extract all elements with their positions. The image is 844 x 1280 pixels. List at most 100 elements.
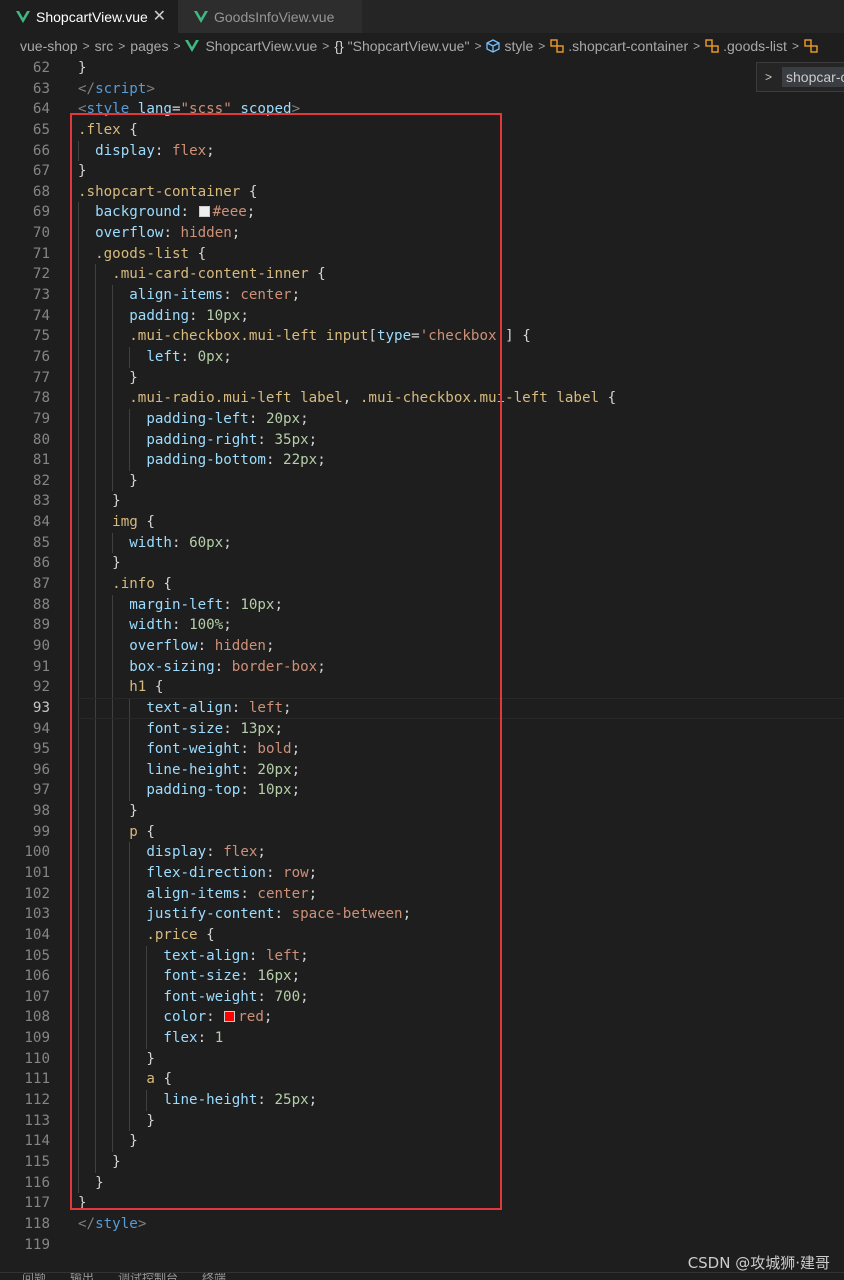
code-token: { bbox=[206, 926, 215, 943]
code-editor[interactable]: 62} 63 </script> 64 <style lang="scss" scope… bbox=[0, 58, 844, 1254]
code-line[interactable]: 113 } bbox=[0, 1110, 844, 1132]
code-line[interactable]: 85 width: 60px; bbox=[0, 532, 844, 554]
tab-shopcartview[interactable]: ShopcartView.vue ✕ bbox=[0, 0, 178, 33]
breadcrumb-item-file[interactable]: ShopcartView.vue bbox=[185, 38, 317, 54]
breadcrumb-item-more[interactable] bbox=[804, 38, 822, 53]
code-line[interactable]: 118 </style> bbox=[0, 1214, 844, 1235]
code-line[interactable]: 98 } bbox=[0, 801, 844, 822]
code-line[interactable]: 111 a { bbox=[0, 1069, 844, 1091]
code-line[interactable]: 95 font-weight: bold; bbox=[0, 739, 844, 760]
tab-label: GoodsInfoView.vue bbox=[214, 8, 335, 25]
code-token: .mui-card-content-inner bbox=[112, 266, 318, 283]
code-line[interactable]: 70 overflow: hidden; bbox=[0, 223, 844, 244]
code-token: 16px bbox=[257, 968, 292, 985]
code-line[interactable]: 62} bbox=[0, 58, 844, 79]
code-line[interactable]: 82 } bbox=[0, 470, 844, 492]
close-icon[interactable]: ✕ bbox=[153, 8, 166, 25]
code-line[interactable]: 114 } bbox=[0, 1131, 844, 1152]
code-line[interactable]: 90 overflow: hidden; bbox=[0, 635, 844, 657]
code-line[interactable]: 79 padding-left: 20px; bbox=[0, 408, 844, 430]
code-line[interactable]: 101 flex-direction: row; bbox=[0, 862, 844, 884]
code-line[interactable]: 93 text-align: left; bbox=[0, 697, 844, 719]
code-line[interactable]: 94 font-size: 13px; bbox=[0, 718, 844, 740]
code-line[interactable]: 103 justify-content: space-between; bbox=[0, 904, 844, 925]
breadcrumb-item-component[interactable]: {} "ShopcartView.vue" bbox=[334, 38, 469, 54]
code-token: = bbox=[411, 328, 420, 345]
code-line[interactable]: 76 left: 0px; bbox=[0, 346, 844, 368]
code-line[interactable]: 92 h1 { bbox=[0, 677, 844, 698]
code-token: lang bbox=[137, 101, 172, 118]
code-token: </ bbox=[78, 80, 96, 97]
code-line[interactable]: 87 .info { bbox=[0, 574, 844, 595]
code-line[interactable]: 69 background: #eee; bbox=[0, 202, 844, 224]
panel-tab-problems[interactable]: 问题 bbox=[22, 1273, 46, 1280]
code-line[interactable]: 72 .mui-card-content-inner { bbox=[0, 264, 844, 286]
code-line[interactable]: 80 padding-right: 35px; bbox=[0, 429, 844, 451]
code-line[interactable]: 75 .mui-checkbox.mui-left input[type='ch… bbox=[0, 326, 844, 347]
code-line[interactable]: 67} bbox=[0, 161, 844, 182]
code-line[interactable]: 112 line-height: 25px; bbox=[0, 1090, 844, 1111]
code-line[interactable]: 81 padding-bottom: 22px; bbox=[0, 450, 844, 471]
code-token: : bbox=[206, 844, 224, 861]
code-line[interactable]: 65 .flex { bbox=[0, 120, 844, 141]
code-line[interactable]: 109 flex: 1 bbox=[0, 1028, 844, 1049]
color-swatch-icon[interactable] bbox=[198, 206, 210, 218]
code-line[interactable]: 108 color: red; bbox=[0, 1007, 844, 1029]
code-token: , bbox=[342, 390, 360, 407]
code-line[interactable]: 74 padding: 10px; bbox=[0, 305, 844, 327]
code-token: 10px bbox=[257, 782, 292, 799]
code-line[interactable]: 68 .shopcart-container { bbox=[0, 182, 844, 203]
breadcrumb-item-shopcart-container[interactable]: .shopcart-container bbox=[550, 38, 688, 54]
code-line[interactable]: 100 display: flex; bbox=[0, 842, 844, 863]
code-line[interactable]: 84 img { bbox=[0, 512, 844, 533]
code-line[interactable]: 91 box-sizing: border-box; bbox=[0, 656, 844, 678]
code-line[interactable]: 78 .mui-radio.mui-left label, .mui-check… bbox=[0, 388, 844, 409]
code-line[interactable]: 88 margin-left: 10px; bbox=[0, 594, 844, 616]
line-number: 89 bbox=[32, 617, 50, 634]
color-swatch-icon[interactable] bbox=[224, 1011, 236, 1023]
breadcrumb-item-src[interactable]: src bbox=[95, 38, 114, 54]
code-line[interactable]: 107 font-weight: 700; bbox=[0, 986, 844, 1008]
breadcrumb-item-pages[interactable]: pages bbox=[130, 38, 168, 54]
code-token: 22px bbox=[283, 452, 318, 469]
panel-tab-output[interactable]: 输出 bbox=[70, 1273, 94, 1280]
code-line[interactable]: 89 width: 100%; bbox=[0, 615, 844, 636]
code-line[interactable]: 96 line-height: 20px; bbox=[0, 759, 844, 781]
code-line[interactable]: 64 <style lang="scss" scoped> bbox=[0, 99, 844, 120]
breadcrumb-item-vue-shop[interactable]: vue-shop bbox=[20, 38, 78, 54]
code-line[interactable]: 105 text-align: left; bbox=[0, 945, 844, 967]
code-line[interactable]: 104 .price { bbox=[0, 924, 844, 946]
code-line[interactable]: 117} bbox=[0, 1193, 844, 1214]
code-line[interactable]: 86 } bbox=[0, 553, 844, 575]
panel-tab-debug-console[interactable]: 调试控制台 bbox=[118, 1273, 178, 1280]
panel-tab-terminal[interactable]: 终端 bbox=[202, 1273, 226, 1280]
code-line[interactable]: 106 font-size: 16px; bbox=[0, 966, 844, 987]
code-text: padding-left: 20px; bbox=[78, 409, 308, 430]
breadcrumb-item-goods-list[interactable]: .goods-list bbox=[705, 38, 787, 54]
sticky-scroll-widget[interactable]: > shopcar-c bbox=[756, 62, 844, 92]
line-number: 111 bbox=[24, 1071, 50, 1088]
line-number: 100 bbox=[24, 844, 50, 861]
code-line[interactable]: 116 } bbox=[0, 1172, 844, 1194]
code-line[interactable]: 97 padding-top: 10px; bbox=[0, 780, 844, 802]
code-line[interactable]: 99 p { bbox=[0, 821, 844, 843]
code-line[interactable]: 63 </script> bbox=[0, 79, 844, 100]
code-line[interactable]: 71 .goods-list { bbox=[0, 243, 844, 265]
tab-goodsinfoview[interactable]: GoodsInfoView.vue bbox=[178, 0, 362, 33]
vue-icon bbox=[16, 10, 30, 23]
line-number: 82 bbox=[32, 472, 50, 489]
code-token: : bbox=[171, 534, 190, 551]
code-line[interactable]: 66 display: flex; bbox=[0, 140, 844, 162]
code-line[interactable]: 110 } bbox=[0, 1048, 844, 1070]
code-line[interactable]: 77 } bbox=[0, 367, 844, 389]
code-line[interactable]: 83 } bbox=[0, 491, 844, 513]
line-number: 97 bbox=[32, 782, 50, 799]
code-line[interactable]: 115 } bbox=[0, 1151, 844, 1173]
code-token: hidden bbox=[214, 637, 266, 654]
code-line[interactable]: 102 align-items: center; bbox=[0, 883, 844, 905]
code-token: ; bbox=[223, 348, 232, 365]
code-line[interactable]: 73 align-items: center; bbox=[0, 285, 844, 306]
breadcrumb-item-style[interactable]: style bbox=[486, 38, 533, 54]
